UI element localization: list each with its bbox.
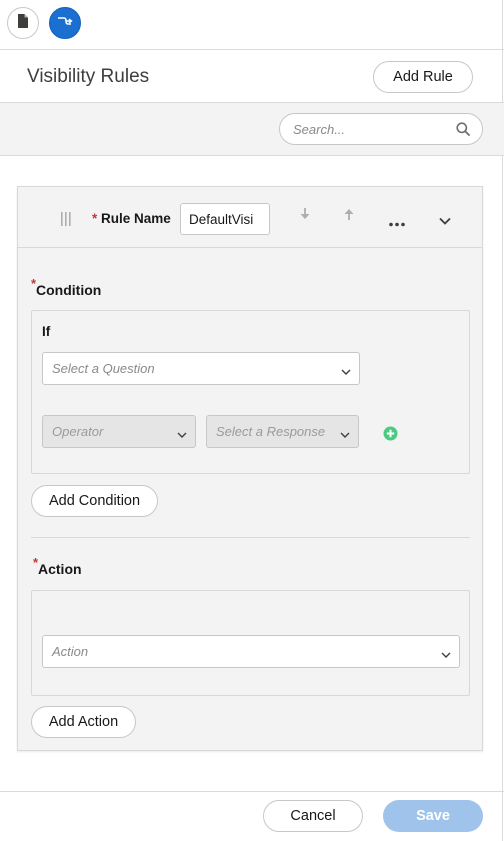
condition-box: If Select a Question Operator Select a R…	[31, 310, 470, 474]
add-condition-button[interactable]: Add Condition	[31, 485, 158, 517]
flow-icon	[57, 14, 73, 32]
rule-name-field[interactable]: DefaultVisi	[180, 203, 270, 235]
condition-section-label: * Condition	[31, 276, 102, 298]
action-box: Action	[31, 590, 470, 696]
page-title: Visibility Rules	[27, 66, 150, 87]
operator-select-placeholder: Operator	[52, 424, 104, 439]
rule-name-label: * Rule Name	[92, 211, 171, 226]
chevron-down-icon	[340, 427, 350, 442]
rule-card-header: * Rule Name DefaultVisi	[18, 187, 482, 248]
condition-label-text: Condition	[36, 282, 102, 298]
response-select[interactable]: Select a Response	[206, 415, 359, 448]
rule-card: * Rule Name DefaultVisi * Condition If S…	[17, 186, 483, 751]
document-button[interactable]	[7, 7, 39, 39]
search-icon[interactable]	[456, 122, 470, 141]
section-divider	[31, 537, 470, 538]
search-placeholder: Search...	[293, 122, 346, 137]
if-label: If	[42, 324, 51, 339]
question-select-placeholder: Select a Question	[52, 361, 155, 376]
add-rule-button[interactable]: Add Rule	[373, 61, 473, 93]
move-down-icon[interactable]	[299, 207, 311, 226]
required-marker: *	[92, 211, 98, 226]
action-select-placeholder: Action	[52, 644, 89, 659]
chevron-down-icon	[441, 647, 451, 662]
operator-select[interactable]: Operator	[42, 415, 196, 448]
add-condition-row-icon[interactable]	[383, 426, 398, 446]
question-select[interactable]: Select a Question	[42, 352, 360, 385]
collapse-chevron-icon[interactable]	[439, 212, 451, 230]
save-button[interactable]: Save	[383, 800, 483, 832]
document-icon	[17, 13, 29, 33]
search-bar-area: Search...	[0, 103, 504, 156]
search-input[interactable]: Search...	[279, 113, 483, 145]
chevron-down-icon	[177, 427, 187, 442]
cancel-button[interactable]: Cancel	[263, 800, 363, 832]
top-toolbar	[0, 0, 504, 50]
chevron-down-icon	[341, 364, 351, 379]
action-section-label: * Action	[33, 555, 82, 577]
flow-button[interactable]	[49, 7, 81, 39]
action-label-text: Action	[38, 561, 82, 577]
rule-name-label-text: Rule Name	[101, 211, 171, 226]
add-action-button[interactable]: Add Action	[31, 706, 136, 738]
required-marker: *	[31, 276, 37, 291]
move-up-icon[interactable]	[343, 207, 355, 226]
required-marker: *	[33, 555, 39, 570]
drag-handle-icon[interactable]	[61, 212, 71, 231]
more-options-icon[interactable]	[389, 214, 405, 232]
response-select-placeholder: Select a Response	[216, 424, 326, 439]
action-select[interactable]: Action	[42, 635, 460, 668]
